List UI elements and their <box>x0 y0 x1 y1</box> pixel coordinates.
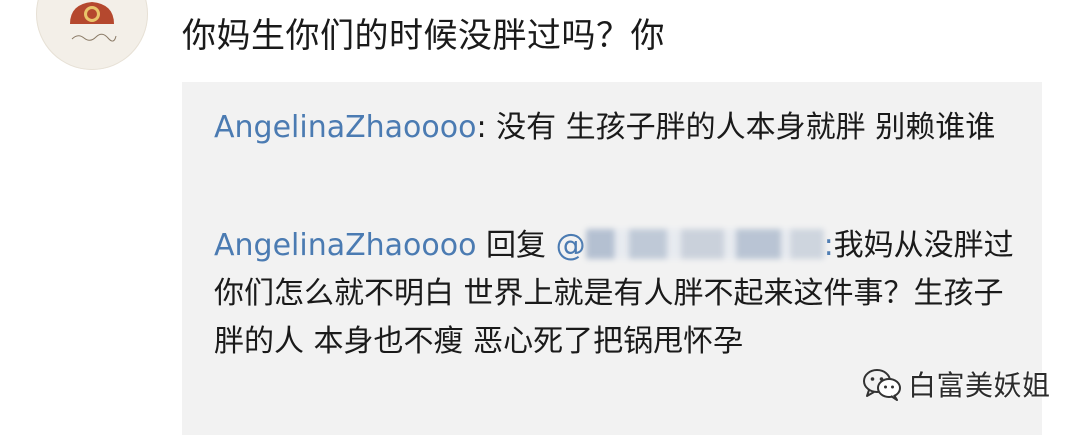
reply-username-link[interactable]: AngelinaZhaoooo <box>214 110 476 145</box>
reply-item: AngelinaZhaoooo: 没有 生孩子胖的人本身就胖 别赖谁谁 <box>214 104 1014 152</box>
seal-icon <box>70 2 114 24</box>
reply-separator: : <box>476 110 497 145</box>
reply-item: AngelinaZhaoooo 回复 @:我妈从没胖过 你们怎么就不明白 世界上… <box>214 222 1014 366</box>
reply-username-link[interactable]: AngelinaZhaoooo <box>214 228 476 263</box>
mention-colon: : <box>823 228 834 263</box>
comment-screen: 你妈生你们的时候没胖过吗？你 AngelinaZhaoooo: 没有 生孩子胖的… <box>0 0 1080 435</box>
watermark-text: 白富美妖姐 <box>908 369 1051 402</box>
avatar[interactable] <box>36 0 148 70</box>
wechat-icon <box>863 369 901 401</box>
signature-icon <box>71 33 117 42</box>
watermark: 白富美妖姐 <box>862 360 1051 408</box>
reply-label: 回复 <box>476 228 556 263</box>
reply-text: 没有 生孩子胖的人本身就胖 别赖谁谁 <box>496 110 996 145</box>
blurred-mention-username[interactable] <box>585 229 824 259</box>
mention-at-sign[interactable]: @ <box>556 228 586 263</box>
comment-text: 你妈生你们的时候没胖过吗？你 <box>182 16 665 56</box>
